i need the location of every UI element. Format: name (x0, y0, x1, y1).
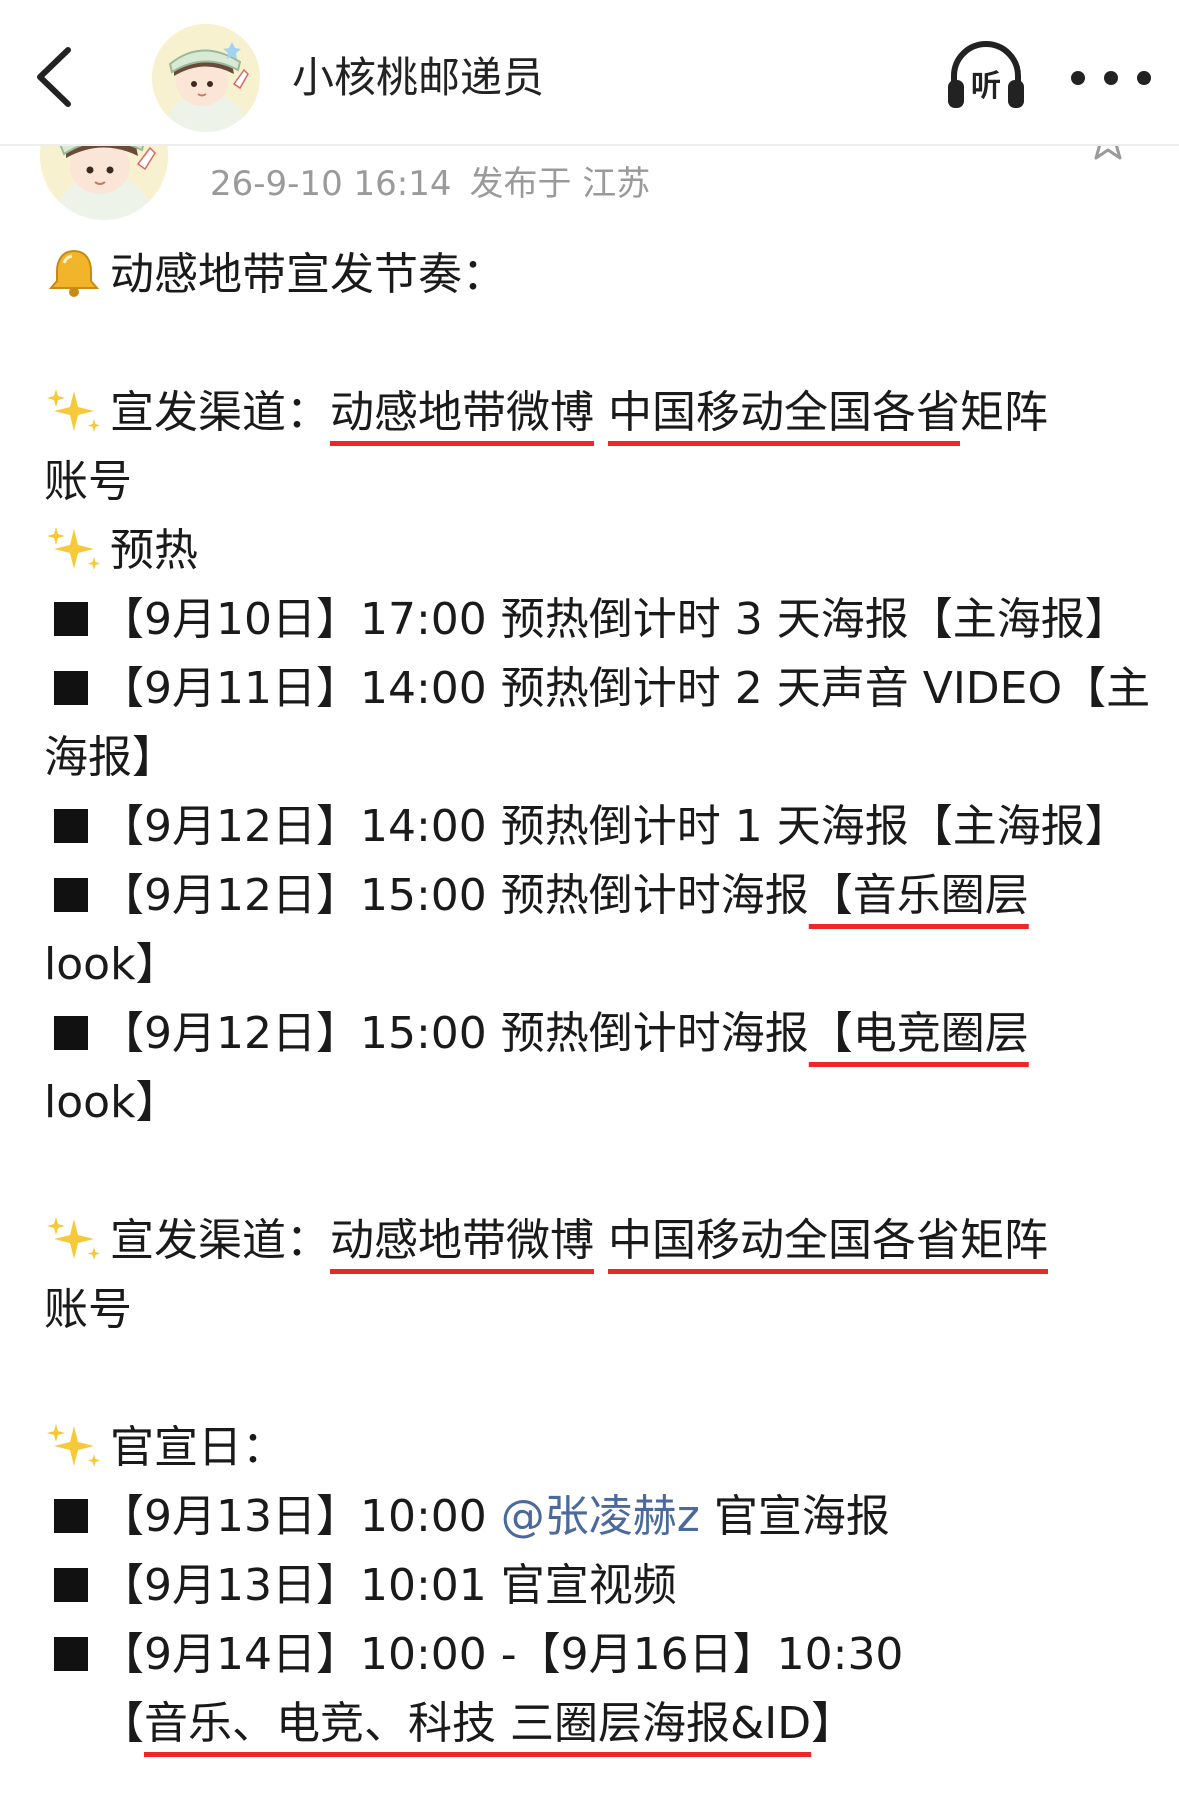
bracket-close: 】 (811, 1698, 856, 1749)
more-button[interactable] (1064, 58, 1158, 98)
list-item-text: 【9月11日】14:00 预热倒计时 2 天声音 VIDEO【主 (100, 663, 1151, 714)
listen-button[interactable]: 听 (944, 36, 1028, 116)
sparkles-icon (47, 1424, 100, 1467)
section2-label-line: 预热 (44, 516, 1144, 585)
list-item-text: 【9月12日】14:00 预热倒计时 1 天海报【主海报】 (100, 801, 1129, 852)
back-chevron-icon (37, 47, 71, 107)
sparkles-icon (47, 389, 100, 432)
headphones-icon: 听 (948, 41, 1024, 108)
author-name[interactable]: 小核桃邮递员 (292, 48, 544, 108)
bullet-square-icon (54, 1499, 88, 1533)
list-item-text: 【9月12日】15:00 预热倒计时海报 (100, 870, 809, 921)
bullet-square-icon (54, 809, 88, 843)
list-item-text: 海报】 (44, 732, 176, 783)
bullet-square-icon (54, 1016, 88, 1050)
section2-label: 预热 (110, 525, 198, 576)
list-item-text: 【9月10日】17:00 预热倒计时 3 天海报【主海报】 (100, 594, 1129, 645)
list-item: 【9月12日】14:00 预热倒计时 1 天海报【主海报】 (44, 792, 1144, 861)
list-item: 【9月13日】10:01 官宣视频 (44, 1551, 1144, 1620)
more-icon (1071, 71, 1151, 85)
list-item-continuation: 海报】 (44, 723, 1144, 792)
section3-continuation-text: 账号 (44, 1284, 132, 1335)
post-location: 发布于 江苏 (469, 164, 651, 204)
list-item-text: look】 (44, 1077, 180, 1128)
section4-label-line: 官宣日： (44, 1413, 1144, 1482)
author-avatar[interactable] (152, 24, 260, 132)
post-meta: 26-9-10 16:14 发布于 江苏 (210, 160, 650, 208)
list-item: 【9月11日】14:00 预热倒计时 2 天声音 VIDEO【主 (44, 654, 1150, 723)
section3-channels-line: 宣发渠道：动感地带微博 中国移动全国各省矩阵 (44, 1206, 1144, 1275)
list-item-text: 【9月12日】15:00 预热倒计时海报 (100, 1008, 809, 1059)
channel-china-mobile-rest: 矩阵 (960, 387, 1048, 438)
list-item-continuation: 【音乐、电竞、科技 三圈层海报&ID】 (44, 1689, 1144, 1758)
section1-continuation: 账号 (44, 447, 1144, 516)
list-item-text: look】 (44, 939, 180, 990)
section3-continuation: 账号 (44, 1275, 1144, 1344)
user-mention-link[interactable]: @张凌赫z (501, 1491, 700, 1542)
esports-circle-tag: 【电竞圈层 (808, 1008, 1029, 1059)
list-item-continuation: look】 (44, 930, 1144, 999)
top-nav-bar: 小核桃邮递员 听 (0, 0, 1179, 146)
list-item: 【9月12日】15:00 预热倒计时海报【电竞圈层 (44, 999, 1144, 1068)
bullet-square-icon (54, 1637, 88, 1671)
section3-label: 宣发渠道： (110, 1215, 330, 1266)
list-item: 【9月14日】10:00 -【9月16日】10:30 (44, 1620, 1144, 1689)
list-item: 【9月13日】10:00 @张凌赫z 官宣海报 (44, 1482, 1144, 1551)
list-item-continuation: look】 (44, 1068, 1144, 1137)
list-item: 【9月12日】15:00 预热倒计时海报【音乐圈层 (44, 861, 1144, 930)
list-item-text: 【9月14日】10:00 -【9月16日】10:30 (100, 1629, 904, 1680)
bracket-open: 【 (100, 1698, 144, 1749)
heading-line: 动感地带宣发节奏： (44, 240, 1144, 309)
list-item-text: 【9月13日】10:00 (100, 1491, 501, 1542)
list-item: 【9月10日】17:00 预热倒计时 3 天海报【主海报】 (44, 585, 1144, 654)
channel-weibo-link: 动感地带微博 (330, 1215, 594, 1266)
post-date: 26-9-10 16:14 (210, 164, 452, 204)
bullet-square-icon (54, 1568, 88, 1602)
avatar-icon (152, 24, 260, 132)
section1-continuation-text: 账号 (44, 456, 132, 507)
post-content: 动感地带宣发节奏： 宣发渠道：动感地带微博 中国移动全国各省矩阵 账号 预热 【9… (44, 240, 1150, 1758)
bullet-square-icon (54, 602, 88, 636)
channel-china-mobile: 中国移动全国各省 (608, 387, 960, 438)
sparkles-icon (47, 1217, 100, 1260)
bullet-square-icon (54, 878, 88, 912)
section1-label: 宣发渠道： (110, 387, 330, 438)
heading-text: 动感地带宣发节奏： (110, 249, 506, 300)
three-circles-tag: 音乐、电竞、科技 三圈层海报&ID (144, 1698, 812, 1749)
section1-channels-line: 宣发渠道：动感地带微博 中国移动全国各省矩阵 (44, 378, 1144, 447)
music-circle-tag: 【音乐圈层 (808, 870, 1029, 921)
sparkles-icon (47, 527, 100, 570)
bullet-square-icon (54, 671, 88, 705)
channel-china-mobile: 中国移动全国各省矩阵 (608, 1215, 1048, 1266)
listen-label: 听 (971, 69, 1001, 104)
list-item-text: 官宣海报 (699, 1491, 890, 1542)
back-button[interactable] (28, 40, 88, 110)
channel-weibo-link: 动感地带微博 (330, 387, 594, 438)
list-item-text: 【9月13日】10:01 官宣视频 (100, 1560, 677, 1611)
bell-icon (48, 249, 100, 297)
section4-label: 官宣日： (110, 1422, 286, 1473)
